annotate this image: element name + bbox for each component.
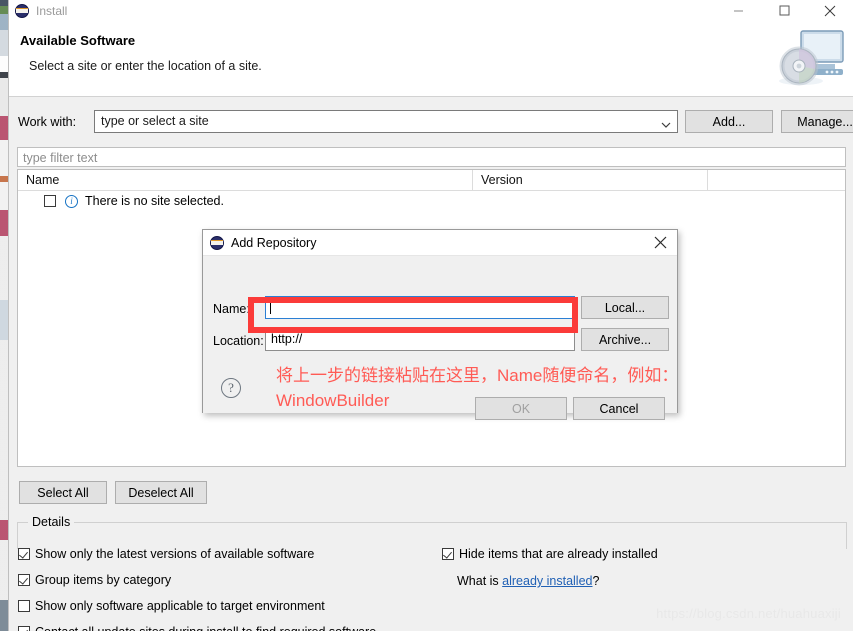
work-with-label: Work with: [18, 115, 77, 129]
install-wizard-screen: Install Available Software Select a site… [0, 0, 853, 631]
dialog-close-icon[interactable] [643, 230, 677, 255]
already-installed-hint: What is already installed? [457, 574, 599, 588]
filter-placeholder: type filter text [23, 151, 98, 165]
maximize-icon[interactable] [761, 0, 807, 21]
work-with-value: type or select a site [101, 114, 209, 128]
details-label: Details [28, 515, 75, 529]
cancel-button[interactable]: Cancel [573, 397, 665, 420]
column-header-extra[interactable] [708, 170, 845, 190]
table-row[interactable]: i There is no site selected. [18, 191, 845, 211]
add-repository-dialog: Add Repository Name: Local... Location: … [202, 229, 678, 420]
dialog-titlebar: Add Repository [203, 230, 677, 256]
option-label: Hide items that are already installed [459, 547, 658, 561]
checkbox[interactable] [18, 548, 30, 560]
location-value: http:// [271, 332, 303, 346]
name-label: Name: [213, 302, 250, 316]
info-icon: i [65, 194, 78, 208]
checkbox[interactable] [18, 574, 30, 586]
eclipse-icon [210, 235, 224, 250]
hint-suffix: ? [592, 574, 600, 588]
option-hide-already-installed[interactable]: Hide items that are already installed [442, 547, 658, 561]
select-all-button[interactable]: Select All [19, 481, 107, 504]
local-button[interactable]: Local... [581, 296, 669, 319]
page-title: Available Software [20, 33, 136, 48]
option-label: Contact all update sites during install … [35, 625, 376, 631]
chevron-down-icon[interactable] [661, 118, 671, 128]
window-titlebar: Install [9, 0, 853, 21]
minimize-icon[interactable] [715, 0, 761, 21]
column-header-name[interactable]: Name [18, 170, 473, 190]
already-installed-link[interactable]: already installed [502, 574, 592, 588]
table-header: Name Version [18, 170, 845, 191]
details-group: Details [17, 515, 847, 549]
column-header-version[interactable]: Version [473, 170, 708, 190]
text-caret [270, 300, 271, 314]
option-label: Group items by category [35, 573, 172, 587]
name-input[interactable] [265, 296, 575, 319]
checkbox[interactable] [18, 626, 30, 631]
dialog-body: Name: Local... Location: http:// Archive… [203, 256, 677, 420]
option-show-latest-versions[interactable]: Show only the latest versions of availab… [18, 547, 314, 561]
cd-and-monitor-icon [775, 25, 845, 93]
checkbox[interactable] [18, 600, 30, 612]
work-with-combo[interactable]: type or select a site [94, 110, 678, 133]
hint-prefix: What is [457, 574, 503, 588]
option-group-by-category[interactable]: Group items by category [18, 573, 171, 587]
dialog-title: Add Repository [231, 235, 317, 250]
option-contact-all-update-sites[interactable]: Contact all update sites during install … [18, 625, 376, 631]
ok-button[interactable]: OK [475, 397, 567, 420]
background-application-sliver [0, 0, 8, 631]
row-checkbox[interactable] [44, 195, 56, 207]
question-mark-icon[interactable]: ? [221, 378, 241, 398]
archive-button[interactable]: Archive... [581, 328, 669, 351]
manage-sites-button[interactable]: Manage... [781, 110, 853, 133]
watermark: https://blog.csdn.net/huahuaxiji [656, 606, 841, 621]
window-title: Install [36, 3, 68, 18]
page-subtitle: Select a site or enter the location of a… [29, 59, 262, 73]
deselect-all-button[interactable]: Deselect All [115, 481, 207, 504]
add-site-button[interactable]: Add... [685, 110, 773, 133]
window-controls [715, 0, 853, 21]
option-applicable-to-target[interactable]: Show only software applicable to target … [18, 599, 325, 613]
checkbox[interactable] [442, 548, 454, 560]
filter-input[interactable]: type filter text [17, 147, 846, 167]
work-with-row: Work with: type or select a site Add... … [9, 110, 853, 134]
location-label: Location: [213, 334, 264, 348]
location-input[interactable]: http:// [265, 328, 575, 351]
option-label: Show only software applicable to target … [35, 599, 325, 613]
wizard-banner: Available Software Select a site or ente… [9, 21, 853, 97]
eclipse-icon [15, 3, 29, 18]
close-icon[interactable] [807, 0, 853, 21]
row-label: There is no site selected. [85, 194, 224, 208]
option-label: Show only the latest versions of availab… [35, 547, 315, 561]
